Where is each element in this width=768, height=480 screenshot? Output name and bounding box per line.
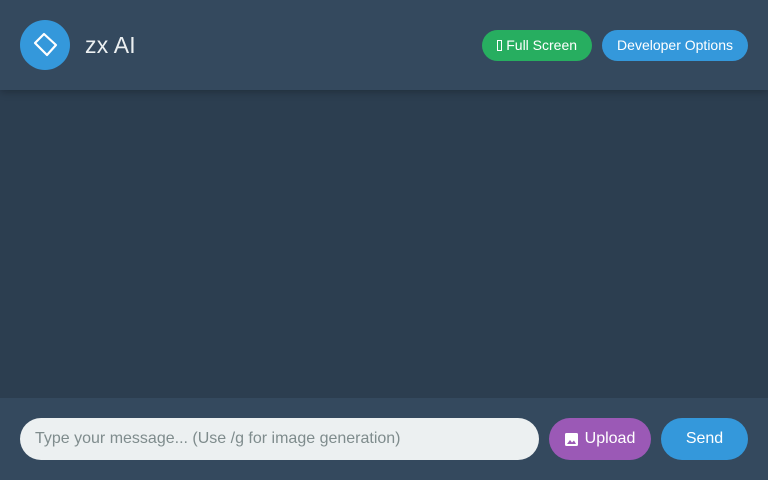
upload-button[interactable]: Upload [549, 418, 651, 460]
diamond-logo-icon [33, 32, 58, 57]
developer-options-label: Developer Options [617, 37, 733, 53]
send-button[interactable]: Send [661, 418, 748, 460]
upload-label: Upload [584, 430, 636, 447]
chat-messages-area[interactable] [0, 90, 768, 398]
developer-options-button[interactable]: Developer Options [602, 29, 748, 61]
app-header: zx AI Full Screen Developer Options [0, 0, 768, 90]
app-title: zx AI [85, 31, 136, 58]
send-label: Send [685, 430, 724, 447]
fullscreen-label: Full Screen [506, 37, 578, 53]
app-logo [20, 20, 70, 70]
fullscreen-icon [497, 39, 503, 51]
app-window: zx AI Full Screen Developer Options Uplo… [0, 0, 768, 480]
image-icon [564, 432, 578, 446]
message-input[interactable] [20, 418, 539, 460]
fullscreen-button[interactable]: Full Screen [482, 29, 593, 61]
composer-bar: Upload Send [0, 398, 768, 480]
